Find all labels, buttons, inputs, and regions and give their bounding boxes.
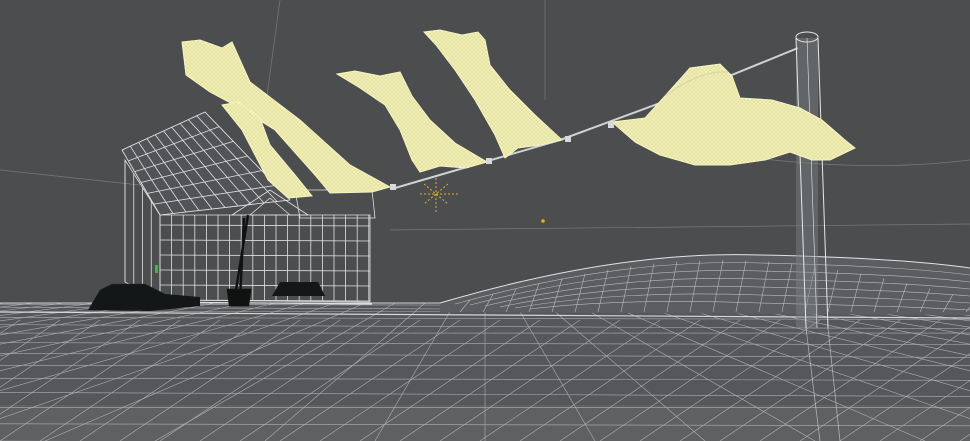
selection-dot-icon (541, 219, 545, 223)
rake-tool[interactable] (226, 214, 252, 307)
ground-terrain-wireframe[interactable] (0, 302, 970, 441)
scene-canvas[interactable] (0, 0, 970, 441)
3d-viewport[interactable] (0, 0, 970, 441)
hill-wireframe[interactable] (439, 254, 970, 315)
crosshair-pivot-icon[interactable] (420, 178, 458, 212)
dark-rock-center[interactable] (272, 282, 325, 296)
axis-y-marker (155, 265, 158, 273)
cloth-sheet-large[interactable] (610, 63, 856, 166)
cloth-sheet-3[interactable] (335, 70, 489, 173)
